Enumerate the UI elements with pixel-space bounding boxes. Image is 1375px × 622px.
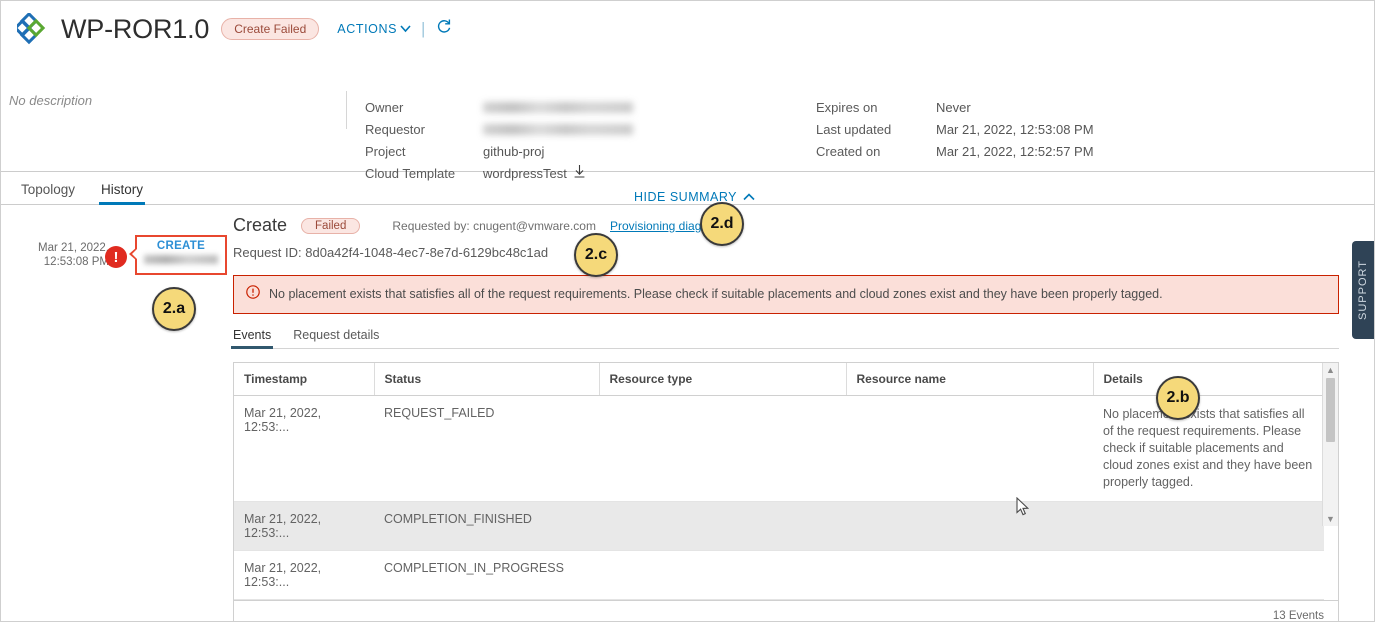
application-page: WP-ROR1.0 Create Failed ACTIONS | No des… [0,0,1375,622]
cell-details [1093,501,1324,551]
field-value: Mar 21, 2022, 12:52:57 PM [936,143,1094,159]
actions-menu-button[interactable]: ACTIONS [337,22,411,36]
redacted-owner-value [483,101,633,113]
description-text: No description [9,93,93,108]
tab-topology[interactable]: Topology [21,182,75,204]
table-row[interactable]: Mar 21, 2022, 12:53:... COMPLETION_IN_PR… [234,550,1324,600]
field-value: Never [936,99,971,115]
error-alert-banner: No placement exists that satisfies all o… [233,275,1339,314]
column-header-timestamp[interactable]: Timestamp [234,363,375,396]
timeline-card-caption: CREATE [156,240,206,252]
field-requestor: Requestor [365,118,633,140]
request-id-text: Request ID: 8d0a42f4-1048-4ec7-8e7d-6129… [233,245,549,260]
field-label: Project [365,143,406,159]
tab-history[interactable]: History [99,182,146,205]
cell-resource-type [599,395,846,502]
field-label: Requestor [365,121,425,137]
redacted-requestor-value [483,123,633,135]
requested-by-text: Requested by: cnugent@vmware.com [392,218,596,233]
field-project: Project github-proj [365,140,633,162]
field-last-updated: Last updated Mar 21, 2022, 12:53:08 PM [816,118,1094,140]
timeline-column: Mar 21, 2022, 12:53:08 PM ! CREATE [1,205,231,621]
cell-resource-type [599,550,846,600]
table-footer: 13 Events [234,600,1338,622]
error-circle-icon: ! [105,246,127,268]
cloud-template-link[interactable]: wordpressTest [483,166,567,181]
cell-resource-type [599,501,846,551]
field-expires-on: Expires on Never [816,96,1094,118]
cell-resource-name [846,395,1093,502]
field-owner: Owner [365,96,633,118]
error-alert-text: No placement exists that satisfies all o… [269,287,1163,301]
timeline-timestamp: Mar 21, 2022, 12:53:08 PM [21,241,109,269]
cell-status: COMPLETION_IN_PROGRESS [374,550,599,600]
summary-fields-right: Expires on Never Last updated Mar 21, 20… [816,96,1094,162]
deployment-header: WP-ROR1.0 Create Failed ACTIONS | No des… [1,1,1374,204]
toolbar-divider: | [421,19,426,38]
field-value: Mar 21, 2022, 12:53:08 PM [936,121,1094,137]
refresh-icon[interactable] [435,18,452,40]
cell-details: No placement exists that satisfies all o… [1093,395,1324,502]
hide-summary-button[interactable]: HIDE SUMMARY [634,190,755,204]
timeline-create-card[interactable]: CREATE [129,235,227,275]
annotation-badge-2c: 2.c [574,233,618,277]
timeline-date: Mar 21, 2022, [38,242,109,254]
project-link[interactable]: github-proj [483,144,544,159]
timeline-time: 12:53:08 PM [43,256,109,268]
field-created-on: Created on Mar 21, 2022, 12:52:57 PM [816,140,1094,162]
operation-name: Create [233,215,288,235]
operation-status-badge: Failed [301,217,361,234]
field-cloud-template: Cloud Template wordpressTest [365,162,633,184]
subtab-request-details[interactable]: Request details [293,328,379,348]
column-header-resource-name[interactable]: Resource name [846,363,1094,396]
support-label: SUPPORT [1357,260,1369,320]
summary-fields-left: Owner Requestor Project github-proj Clou… [365,96,633,184]
status-badge: Create Failed [221,18,320,40]
column-header-details[interactable]: Details [1093,363,1324,396]
annotation-badge-2b: 2.b [1156,376,1200,420]
cell-timestamp: Mar 21, 2022, 12:53:... [234,550,374,600]
scroll-up-arrow-icon[interactable]: ▲ [1323,363,1338,377]
title-row: WP-ROR1.0 Create Failed ACTIONS | [1,1,1374,47]
chevron-up-icon [743,193,755,201]
annotation-badge-2a: 2.a [152,287,196,331]
column-header-resource-type[interactable]: Resource type [599,363,847,396]
cell-timestamp: Mar 21, 2022, 12:53:... [234,395,374,502]
table-row[interactable]: Mar 21, 2022, 12:53:... COMPLETION_FINIS… [234,501,1324,551]
support-tab[interactable]: SUPPORT [1352,241,1374,339]
mouse-cursor [1016,496,1030,517]
cell-details [1093,550,1324,600]
field-label: Created on [816,143,881,159]
request-detail-header: Create Failed Requested by: cnugent@vmwa… [233,205,1362,236]
summary-divider [346,91,347,129]
error-exclamation-icon [246,285,260,303]
event-count-label: 13 Events [1272,610,1324,622]
subtab-events[interactable]: Events [230,328,274,349]
actions-label: ACTIONS [337,22,398,36]
page-title: WP-ROR1.0 [61,13,210,44]
field-label: Cloud Template [365,165,456,181]
field-label: Expires on [816,99,878,115]
scroll-down-arrow-icon[interactable]: ▼ [1323,512,1338,526]
chevron-down-icon [400,25,411,33]
cell-resource-name [846,501,1093,551]
redacted-timeline-value [144,255,218,264]
field-label: Owner [365,99,404,115]
column-header-status[interactable]: Status [374,363,600,396]
vmware-aria-logo-icon [13,11,55,45]
cell-timestamp: Mar 21, 2022, 12:53:... [234,501,374,551]
field-label: Last updated [816,121,892,137]
table-scrollbar[interactable]: ▲ ▼ [1322,363,1338,526]
download-icon[interactable] [574,165,585,181]
annotation-badge-2d: 2.d [700,202,744,246]
detail-subtabs: Events Request details [230,328,1339,349]
scrollbar-thumb[interactable] [1326,378,1335,442]
cell-status: REQUEST_FAILED [374,395,599,502]
cell-resource-name [846,550,1093,600]
cell-status: COMPLETION_FINISHED [374,501,599,551]
